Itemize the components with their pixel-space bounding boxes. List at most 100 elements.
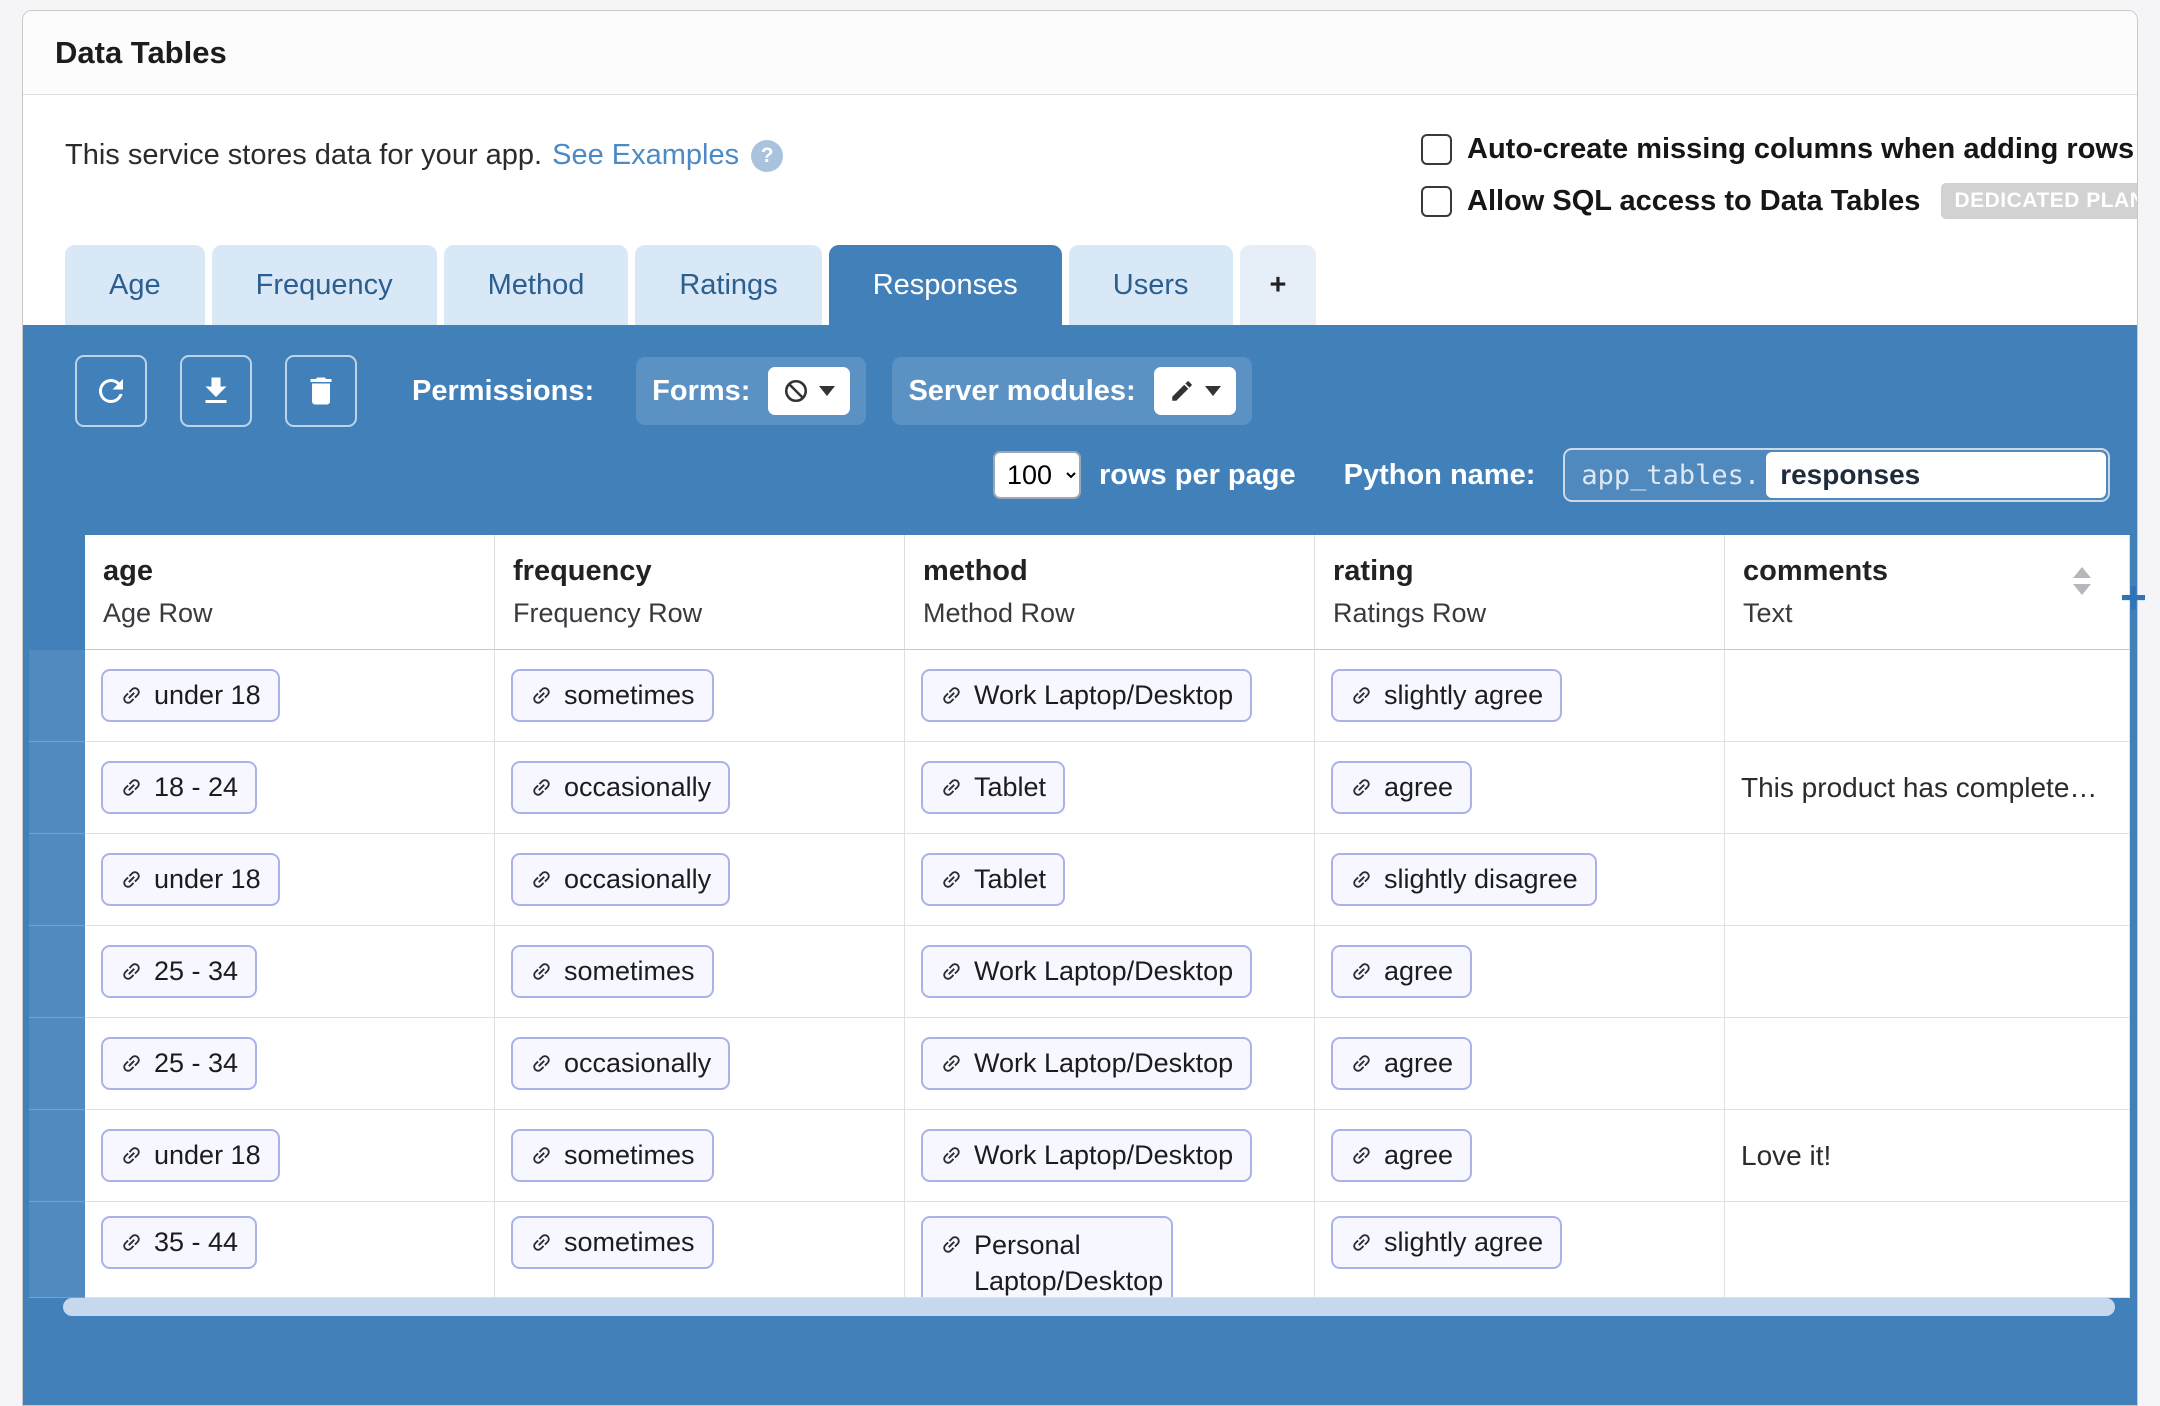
linked-row-chip[interactable]: sometimes — [511, 1129, 714, 1182]
allow-sql-checkbox[interactable] — [1421, 186, 1452, 217]
link-icon — [115, 863, 148, 896]
forms-permission-group: Forms: — [636, 357, 866, 425]
linked-row-chip[interactable]: under 18 — [101, 669, 280, 722]
cell-comments[interactable] — [1725, 650, 2130, 742]
linked-row-chip[interactable]: sometimes — [511, 1216, 714, 1269]
table-row: 25 - 34 sometimes Work Laptop/Desktop ag… — [85, 926, 2130, 1018]
link-icon — [1345, 679, 1378, 712]
tab-responses[interactable]: Responses — [829, 245, 1062, 325]
horizontal-scrollbar[interactable] — [63, 1298, 2115, 1316]
cell-method: Work Laptop/Desktop — [905, 1110, 1315, 1202]
linked-row-chip[interactable]: Work Laptop/Desktop — [921, 945, 1252, 998]
row-handle[interactable] — [29, 650, 85, 742]
permissions-label: Permissions: — [412, 375, 594, 408]
linked-row-chip[interactable]: slightly agree — [1331, 669, 1562, 722]
linked-row-chip[interactable]: Tablet — [921, 853, 1065, 906]
link-icon — [115, 771, 148, 804]
link-icon — [935, 1228, 968, 1261]
allow-sql-label: Allow SQL access to Data Tables — [1467, 185, 1920, 218]
rows-per-page-label: rows per page — [1099, 459, 1296, 492]
cell-frequency: sometimes — [495, 1110, 905, 1202]
link-icon — [1345, 1139, 1378, 1172]
linked-row-chip[interactable]: 18 - 24 — [101, 761, 257, 814]
link-icon — [935, 955, 968, 988]
server-modules-permission-dropdown[interactable] — [1154, 367, 1236, 415]
row-handle[interactable] — [29, 1202, 85, 1298]
linked-row-chip[interactable]: Work Laptop/Desktop — [921, 1037, 1252, 1090]
linked-row-chip[interactable]: slightly disagree — [1331, 853, 1597, 906]
linked-row-chip[interactable]: 25 - 34 — [101, 945, 257, 998]
row-handle[interactable] — [29, 834, 85, 926]
link-icon — [115, 679, 148, 712]
cell-frequency: sometimes — [495, 926, 905, 1018]
download-button[interactable] — [180, 355, 252, 427]
linked-row-chip[interactable]: sometimes — [511, 669, 714, 722]
download-icon — [198, 373, 234, 409]
python-name-group: app_tables. — [1563, 448, 2110, 502]
server-modules-label: Server modules: — [908, 375, 1135, 408]
linked-row-chip[interactable]: agree — [1331, 1129, 1472, 1182]
row-handle[interactable] — [29, 1110, 85, 1202]
linked-row-chip[interactable]: agree — [1331, 945, 1472, 998]
column-header-frequency[interactable]: frequency Frequency Row — [495, 535, 905, 650]
linked-row-chip[interactable]: occasionally — [511, 1037, 730, 1090]
cell-frequency: sometimes — [495, 1202, 905, 1298]
forms-permission-dropdown[interactable] — [768, 367, 850, 415]
cell-age: under 18 — [85, 650, 495, 742]
python-name-input[interactable] — [1766, 452, 2106, 498]
table-toolbar: Permissions: Forms: Server modules: — [75, 355, 1278, 427]
cell-comments[interactable] — [1725, 926, 2130, 1018]
cell-rating: slightly agree — [1315, 1202, 1725, 1298]
row-handle[interactable] — [29, 742, 85, 834]
link-icon — [1345, 771, 1378, 804]
row-handle[interactable] — [29, 1018, 85, 1110]
table-row: 18 - 24 occasionally Tablet agree This p… — [85, 742, 2130, 834]
linked-row-chip[interactable]: agree — [1331, 1037, 1472, 1090]
link-icon — [1345, 863, 1378, 896]
column-header-method[interactable]: method Method Row — [905, 535, 1315, 650]
linked-row-chip[interactable]: under 18 — [101, 1129, 280, 1182]
trash-icon — [303, 373, 339, 409]
help-icon[interactable]: ? — [751, 140, 783, 172]
sort-asc-icon — [2073, 567, 2091, 578]
see-examples-link[interactable]: See Examples — [552, 139, 739, 172]
cell-comments[interactable] — [1725, 1018, 2130, 1110]
linked-row-chip[interactable]: agree — [1331, 761, 1472, 814]
tab-ratings[interactable]: Ratings — [635, 245, 821, 325]
cell-comments[interactable]: This product has complete… — [1725, 742, 2130, 834]
linked-row-chip[interactable]: slightly agree — [1331, 1216, 1562, 1269]
column-header-rating[interactable]: rating Ratings Row — [1315, 535, 1725, 650]
tab-method[interactable]: Method — [444, 245, 629, 325]
link-icon — [525, 1047, 558, 1080]
auto-create-checkbox[interactable] — [1421, 134, 1452, 165]
cell-comments[interactable] — [1725, 834, 2130, 926]
linked-row-chip[interactable]: Tablet — [921, 761, 1065, 814]
linked-row-chip[interactable]: 25 - 34 — [101, 1037, 257, 1090]
delete-button[interactable] — [285, 355, 357, 427]
rows-per-page-select[interactable]: 100 — [993, 451, 1081, 499]
link-icon — [935, 1139, 968, 1172]
column-header-comments[interactable]: comments Text — [1725, 535, 2130, 650]
column-header-age[interactable]: age Age Row — [85, 535, 495, 650]
linked-row-chip[interactable]: under 18 — [101, 853, 280, 906]
tab-users[interactable]: Users — [1069, 245, 1233, 325]
linked-row-chip[interactable]: occasionally — [511, 761, 730, 814]
tab-frequency[interactable]: Frequency — [212, 245, 437, 325]
linked-row-chip[interactable]: Work Laptop/Desktop — [921, 669, 1252, 722]
linked-row-chip[interactable]: 35 - 44 — [101, 1216, 257, 1269]
linked-row-chip[interactable]: sometimes — [511, 945, 714, 998]
python-prefix: app_tables. — [1565, 460, 1766, 491]
linked-row-chip[interactable]: occasionally — [511, 853, 730, 906]
sort-icons[interactable] — [2073, 567, 2091, 595]
linked-row-chip[interactable]: Work Laptop/Desktop — [921, 1129, 1252, 1182]
add-table-tab[interactable]: + — [1240, 245, 1317, 325]
edit-icon — [1169, 378, 1195, 404]
cell-comments[interactable]: Love it! — [1725, 1110, 2130, 1202]
cell-comments[interactable] — [1725, 1202, 2130, 1298]
linked-row-chip[interactable]: Personal Laptop/Desktop — [921, 1216, 1173, 1298]
tab-age[interactable]: Age — [65, 245, 205, 325]
add-column-button[interactable]: + — [2120, 570, 2147, 624]
row-handle[interactable] — [29, 926, 85, 1018]
link-icon — [525, 955, 558, 988]
refresh-button[interactable] — [75, 355, 147, 427]
